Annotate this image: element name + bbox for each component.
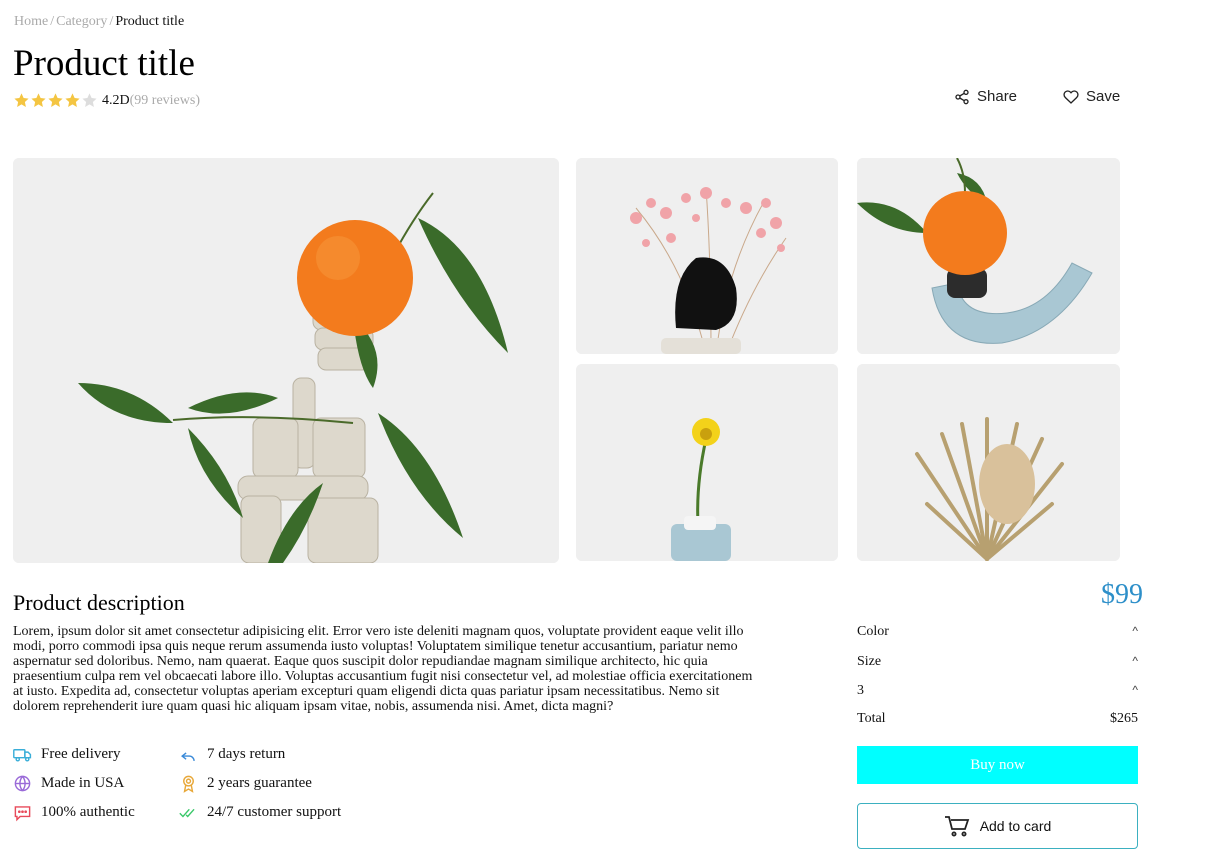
feature-free-delivery: Free delivery xyxy=(13,745,179,764)
purchase-options: Color ^ Size ^ 3 ^ Total $265 xyxy=(857,622,1138,727)
product-image-thumb-1[interactable] xyxy=(576,158,838,354)
feature-label: 2 years guarantee xyxy=(207,775,312,791)
feature-label: Made in USA xyxy=(41,775,125,791)
star-filled-icon xyxy=(31,93,46,107)
save-label: Save xyxy=(1086,88,1121,105)
feature-made-in-usa: Made in USA xyxy=(13,774,179,793)
breadcrumb-separator: / xyxy=(50,14,55,29)
feature-guarantee: 2 years guarantee xyxy=(179,774,369,793)
feature-authentic: 100% authentic xyxy=(13,803,179,822)
total-row: Total $265 xyxy=(857,711,1138,727)
product-image-main[interactable] xyxy=(13,158,559,563)
breadcrumb-current: Product title xyxy=(115,14,185,29)
add-to-cart-button[interactable]: Add to card xyxy=(857,803,1138,849)
buy-now-button[interactable]: Buy now xyxy=(857,746,1138,784)
feature-label: Free delivery xyxy=(41,746,121,762)
breadcrumb: Home / Category / Product title xyxy=(14,14,184,30)
breadcrumb-home[interactable]: Home xyxy=(14,14,48,29)
description-title: Product description xyxy=(13,590,185,615)
product-price: $99 xyxy=(1101,579,1143,610)
option-label: Size xyxy=(857,653,882,669)
globe-icon xyxy=(14,775,31,792)
product-image-thumb-4[interactable] xyxy=(857,364,1120,561)
double-check-icon xyxy=(179,808,195,818)
rating-value: 4.2D xyxy=(102,92,130,108)
breadcrumb-separator: / xyxy=(109,14,114,29)
caret-up-icon[interactable]: ^ xyxy=(1132,624,1138,638)
page-title: Product title xyxy=(13,43,195,84)
share-label: Share xyxy=(977,88,1018,105)
share-icon xyxy=(955,89,969,104)
feature-list: Free delivery 7 days return Made in USA … xyxy=(13,745,373,822)
feature-label: 7 days return xyxy=(207,746,286,762)
star-empty-icon xyxy=(82,93,97,107)
option-size[interactable]: Size ^ xyxy=(857,652,1138,682)
cart-icon xyxy=(944,816,969,837)
review-count[interactable]: (99 reviews) xyxy=(130,93,200,109)
option-label: Color xyxy=(857,624,889,639)
option-color[interactable]: Color ^ xyxy=(857,622,1138,652)
save-button[interactable]: Save xyxy=(1063,88,1120,105)
option-quantity[interactable]: 3 ^ xyxy=(857,681,1138,711)
return-arrow-icon xyxy=(181,752,195,761)
feature-return: 7 days return xyxy=(179,745,369,764)
product-image-thumb-3[interactable] xyxy=(576,364,838,561)
caret-up-icon[interactable]: ^ xyxy=(1132,683,1138,697)
add-to-cart-label: Add to card xyxy=(979,818,1052,834)
star-filled-icon xyxy=(14,93,29,107)
chat-icon xyxy=(14,806,31,822)
feature-support: 24/7 customer support xyxy=(179,803,369,822)
feature-label: 100% authentic xyxy=(41,804,135,820)
star-rating xyxy=(13,92,98,109)
award-icon xyxy=(183,775,194,793)
truck-icon xyxy=(13,749,32,762)
feature-label: 24/7 customer support xyxy=(207,804,342,820)
caret-up-icon[interactable]: ^ xyxy=(1132,654,1138,668)
option-label: 3 xyxy=(857,683,864,698)
star-filled-icon xyxy=(48,93,63,107)
total-label: Total xyxy=(857,710,886,726)
star-filled-icon xyxy=(65,93,80,107)
share-button[interactable]: Share xyxy=(954,88,1017,105)
heart-icon xyxy=(1063,89,1079,104)
breadcrumb-category[interactable]: Category xyxy=(56,14,107,29)
description-text: Lorem, ipsum dolor sit amet consectetur … xyxy=(13,624,753,714)
product-rating: 4.2D (99 reviews) xyxy=(13,92,200,109)
product-image-thumb-2[interactable] xyxy=(857,158,1120,354)
total-value: $265 xyxy=(1110,710,1138,726)
product-actions: Share Save xyxy=(954,88,1120,105)
